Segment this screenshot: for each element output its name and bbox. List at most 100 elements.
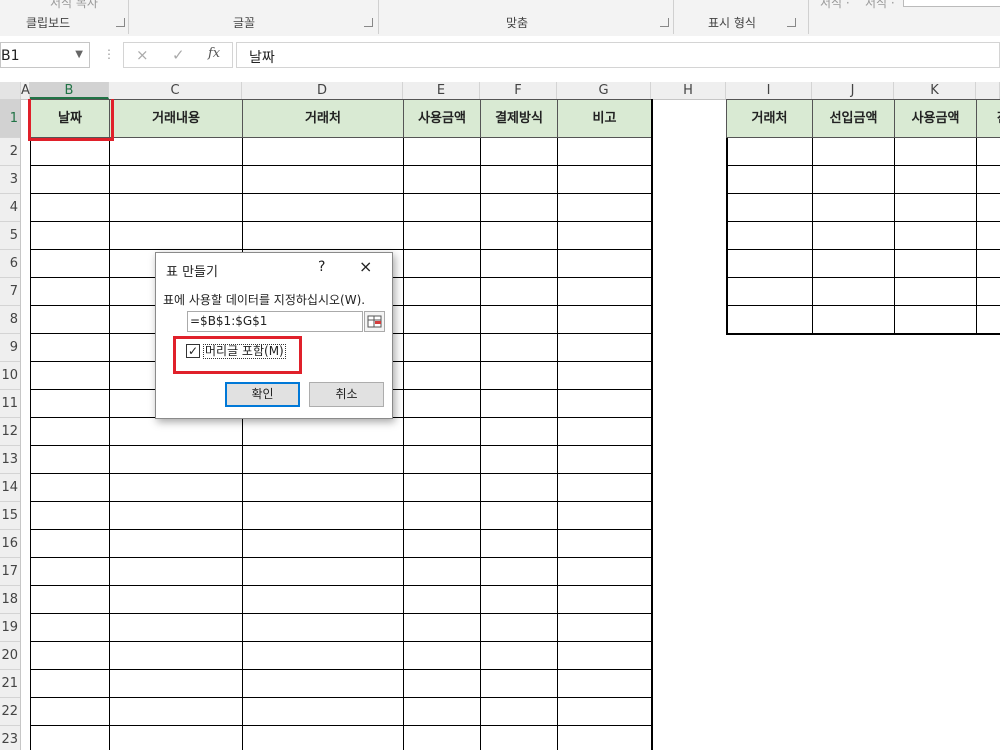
worksheet-grid[interactable]: 날짜 거래내용 거래처 사용금액 결제방식 비고 거래처 선입금액 사용금액 잔	[21, 99, 1000, 750]
close-icon[interactable]: ×	[359, 257, 372, 276]
column-header-j[interactable]: J	[812, 82, 894, 99]
format-painter-label[interactable]: 서식 복사	[50, 0, 98, 11]
row-header[interactable]: 3	[0, 166, 20, 194]
row-line	[30, 669, 652, 670]
row-line	[30, 193, 652, 194]
row-line	[30, 249, 652, 250]
number-launcher-icon[interactable]	[787, 18, 796, 27]
row-line	[30, 221, 652, 222]
header-cell-payment-method[interactable]: 결제방식	[480, 99, 558, 138]
group-label-alignment: 맞춤	[506, 16, 529, 30]
row-header[interactable]: 13	[0, 446, 20, 474]
cancel-icon[interactable]: ×	[136, 46, 149, 64]
group-label-font: 글꼴	[233, 16, 256, 30]
column-header-a[interactable]: A	[21, 82, 30, 99]
row-header[interactable]: 20	[0, 642, 20, 670]
table-border	[242, 138, 243, 750]
row-header[interactable]: 19	[0, 614, 20, 642]
column-header-f[interactable]: F	[480, 82, 557, 99]
row-header[interactable]: 23	[0, 726, 20, 750]
header-cell-amount[interactable]: 사용금액	[403, 99, 481, 138]
row-line	[726, 249, 1000, 250]
table-border	[403, 138, 404, 750]
header-cell-partial[interactable]: 잔	[976, 99, 1000, 138]
row-header[interactable]: 11	[0, 390, 20, 418]
insert-function-icon[interactable]: fx	[208, 46, 220, 61]
highlight-box-checkbox	[173, 336, 302, 374]
column-header-partial[interactable]	[976, 82, 1000, 99]
name-box[interactable]: B1 ▼	[0, 42, 90, 68]
ribbon-style-label-2[interactable]: 서식 ·	[865, 0, 895, 11]
group-label-number-format: 표시 형식	[708, 16, 756, 30]
row-header[interactable]: 8	[0, 306, 20, 334]
row-header[interactable]: 5	[0, 222, 20, 250]
column-header-g[interactable]: G	[557, 82, 651, 99]
column-header-d[interactable]: D	[242, 82, 403, 99]
cancel-button[interactable]: 취소	[309, 382, 384, 407]
ribbon-separator	[378, 0, 379, 34]
chevron-down-icon[interactable]: ▼	[75, 49, 83, 60]
table-border	[557, 138, 558, 750]
header-cell-vendor[interactable]: 거래처	[242, 99, 404, 138]
range-picker-button[interactable]	[364, 311, 385, 332]
help-icon[interactable]: ?	[318, 259, 325, 275]
row-header[interactable]: 10	[0, 362, 20, 390]
name-box-value: B1	[1, 48, 20, 64]
column-header-b[interactable]: B	[30, 82, 109, 99]
row-header[interactable]: 16	[0, 530, 20, 558]
row-line	[30, 473, 652, 474]
row-header[interactable]: 6	[0, 250, 20, 278]
header-cell-description[interactable]: 거래내용	[109, 99, 243, 138]
column-header-i[interactable]: I	[726, 82, 812, 99]
row-line	[30, 557, 652, 558]
select-all-corner[interactable]	[0, 82, 21, 99]
row-header[interactable]: 1	[0, 99, 20, 138]
row-header[interactable]: 18	[0, 586, 20, 614]
row-header[interactable]: 21	[0, 670, 20, 698]
table-border	[651, 99, 653, 750]
row-header[interactable]: 15	[0, 502, 20, 530]
row-line	[30, 445, 652, 446]
row-line	[726, 333, 1000, 335]
ribbon-partial-input[interactable]	[903, 0, 1000, 7]
header-cell-remarks[interactable]: 비고	[557, 99, 652, 138]
row-header[interactable]: 14	[0, 474, 20, 502]
range-input[interactable]: =$B$1:$G$1	[187, 311, 363, 332]
column-header-e[interactable]: E	[403, 82, 480, 99]
column-header-k[interactable]: K	[894, 82, 976, 99]
row-line	[726, 305, 1000, 306]
more-vertical-icon[interactable]: ⋮	[103, 47, 115, 61]
ok-button[interactable]: 확인	[225, 382, 300, 407]
formula-content: 날짜	[249, 50, 275, 66]
header-cell-vendor-2[interactable]: 거래처	[726, 99, 813, 138]
ribbon: 서식 복사 서식 · 서식 · 클립보드 글꼴 맞춤 표시 형식	[0, 0, 1000, 37]
clipboard-launcher-icon[interactable]	[116, 18, 125, 27]
row-line	[726, 277, 1000, 278]
header-cell-deposit[interactable]: 선입금액	[812, 99, 895, 138]
range-picker-icon	[367, 315, 382, 328]
row-header[interactable]: 17	[0, 558, 20, 586]
highlight-box-b1	[28, 99, 114, 141]
row-header[interactable]: 12	[0, 418, 20, 446]
row-headers: 1 2 3 4 5 6 7 8 9 10 11 12 13 14 15 16 1…	[0, 99, 21, 750]
formula-input[interactable]: 날짜	[236, 42, 1000, 68]
row-header[interactable]: 7	[0, 278, 20, 306]
row-header[interactable]: 9	[0, 334, 20, 362]
row-header[interactable]: 22	[0, 698, 20, 726]
table-border	[480, 138, 481, 750]
font-launcher-icon[interactable]	[364, 18, 373, 27]
row-line	[30, 501, 652, 502]
row-line	[30, 529, 652, 530]
column-header-c[interactable]: C	[109, 82, 242, 99]
row-line	[30, 165, 652, 166]
ribbon-style-label-1[interactable]: 서식 ·	[820, 0, 850, 11]
dialog-title: 표 만들기	[166, 265, 218, 280]
alignment-launcher-icon[interactable]	[660, 18, 669, 27]
header-cell-amount-2[interactable]: 사용금액	[894, 99, 977, 138]
enter-icon[interactable]: ✓	[172, 46, 185, 64]
table-border	[30, 138, 31, 750]
column-header-h[interactable]: H	[651, 82, 726, 99]
row-header[interactable]: 4	[0, 194, 20, 222]
column-headers: A B C D E F G H I J K	[0, 82, 1000, 100]
row-header[interactable]: 2	[0, 138, 20, 166]
